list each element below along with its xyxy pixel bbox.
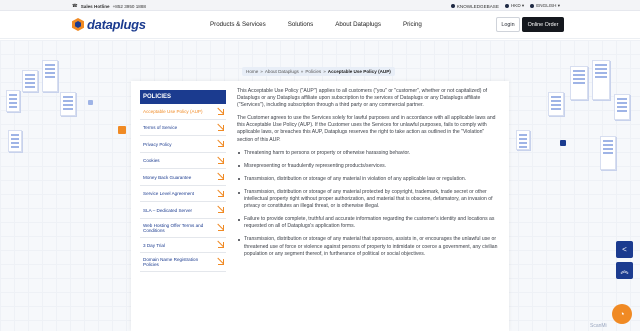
list-item: Failure to provide complete, truthful an… xyxy=(237,216,499,230)
sidebar-item-label: SLA – Dedicated Server xyxy=(143,207,193,213)
policies-sidebar: POLICIES Acceptable Use Policy (AUP) Ter… xyxy=(140,90,226,272)
sidebar-item-label: Money Back Guarantee xyxy=(143,174,192,180)
logo[interactable]: dataplugs xyxy=(72,17,146,32)
top-utility-bar: ☎ Sales Hotline +852 3950 1888 KNOWLEDGE… xyxy=(0,0,640,11)
server-illustration xyxy=(600,136,616,170)
arrow-down-right-icon xyxy=(218,190,224,197)
list-item: Transmission, distribution or storage of… xyxy=(237,236,499,257)
sidebar-heading: POLICIES xyxy=(140,90,226,104)
policy-content: This Acceptable Use Policy ("AUP") appli… xyxy=(237,88,499,264)
share-icon: < xyxy=(622,245,627,254)
currency-label: HKD xyxy=(510,3,521,8)
nav-about-dataplugs[interactable]: About Dataplugs xyxy=(335,21,381,28)
live-chat-button[interactable]: ◔ xyxy=(612,304,632,324)
share-button[interactable]: < xyxy=(616,241,633,258)
currency-selector[interactable]: HKD ▾ xyxy=(504,3,525,9)
sidebar-item-domain-name-registration-policies[interactable]: Domain Name Registration Policies xyxy=(140,253,226,272)
list-item: Misrepresenting or fraudulently represen… xyxy=(237,163,499,170)
arrow-down-right-icon xyxy=(218,124,224,131)
arrow-down-right-icon xyxy=(218,157,224,164)
arrow-down-right-icon xyxy=(218,141,224,147)
policy-card: POLICIES Acceptable Use Policy (AUP) Ter… xyxy=(131,81,509,331)
breadcrumb-current: Acceptable Use Policy (AUP) xyxy=(327,69,391,74)
arrow-down-right-icon xyxy=(218,225,224,231)
sidebar-item-3-day-trial[interactable]: 3 Day Trial xyxy=(140,238,226,253)
chevron-down-icon: ▾ xyxy=(557,3,560,8)
logo-text: dataplugs xyxy=(87,17,146,32)
list-item: Transmission, distribution or storage of… xyxy=(237,176,499,183)
breadcrumb-policies[interactable]: Policies xyxy=(305,69,321,74)
breadcrumb-separator: » xyxy=(300,69,304,74)
double-chevron-up-icon: ︽ xyxy=(620,266,629,275)
sidebar-item-privacy-policy[interactable]: Privacy Policy xyxy=(140,136,226,153)
breadcrumb: Home » About Dataplugs » Policies » Acce… xyxy=(242,67,395,76)
question-icon xyxy=(450,4,455,9)
sidebar-item-money-back-guarantee[interactable]: Money Back Guarantee xyxy=(140,169,226,186)
breadcrumb-about[interactable]: About Dataplugs xyxy=(265,69,299,74)
arrow-down-right-icon xyxy=(218,108,224,115)
sidebar-item-sla-dedicated-server[interactable]: SLA – Dedicated Server xyxy=(140,202,226,219)
chevron-down-icon: ▾ xyxy=(521,3,525,8)
sidebar-item-label: Service Level Agreement xyxy=(143,191,195,196)
sidebar-item-web-hosting-offer-terms[interactable]: Web Hosting Offer Terms and Conditions xyxy=(140,219,226,238)
globe-icon xyxy=(530,3,535,8)
knowledgebase-link[interactable]: KNOWLEDGEBASE xyxy=(450,3,499,9)
agreement-paragraph: The Customer agrees to use the Services … xyxy=(237,115,496,143)
nav-solutions[interactable]: Solutions xyxy=(288,21,313,28)
sidebar-item-service-level-agreement[interactable]: Service Level Agreement xyxy=(140,186,226,202)
nav-pricing[interactable]: Pricing xyxy=(403,21,422,28)
sidebar-item-label: Cookies xyxy=(143,158,160,163)
list-item: Transmission, distribution or storage of… xyxy=(237,189,499,210)
server-illustration xyxy=(614,94,630,120)
sidebar-item-aup[interactable]: Acceptable Use Policy (AUP) xyxy=(140,104,226,120)
login-button[interactable]: Login xyxy=(496,17,520,32)
decorative-cube xyxy=(88,100,93,105)
sidebar-item-label: Web Hosting Offer Terms and Conditions xyxy=(143,223,204,233)
server-illustration xyxy=(8,130,22,152)
online-order-button[interactable]: Online Order xyxy=(522,17,564,32)
decorative-cube xyxy=(560,140,566,146)
chat-bubble-icon: ◔ xyxy=(619,309,625,319)
language-selector[interactable]: ENGLISH ▾ xyxy=(530,3,560,9)
arrow-down-right-icon xyxy=(218,242,224,248)
breadcrumb-home[interactable]: Home xyxy=(246,69,258,74)
back-to-top-button[interactable]: ︽ xyxy=(616,262,633,279)
sidebar-item-label: 3 Day Trial xyxy=(143,242,165,248)
sidebar-item-terms-of-service[interactable]: Terms of Service xyxy=(140,120,226,136)
arrow-down-right-icon xyxy=(218,174,224,180)
sidebar-item-label: Privacy Policy xyxy=(143,141,172,147)
breadcrumb-separator: » xyxy=(260,69,263,74)
list-item: Threatening harm to persons or property … xyxy=(237,150,499,157)
sidebar-item-cookies[interactable]: Cookies xyxy=(140,153,226,169)
language-label: ENGLISH xyxy=(536,3,557,8)
breadcrumb-separator: » xyxy=(323,69,326,74)
knowledgebase-label: KNOWLEDGEBASE xyxy=(456,3,499,9)
phone-icon: ☎ xyxy=(72,3,78,8)
sales-hotline-number[interactable]: +852 3950 1888 xyxy=(113,4,146,9)
sales-hotline-label: Sales Hotline xyxy=(80,3,110,9)
scan-watermark: ScanMi xyxy=(590,323,607,329)
site-header: dataplugs Products & Services Solutions … xyxy=(0,11,640,39)
server-illustration xyxy=(516,130,530,150)
sidebar-item-label: Acceptable Use Policy (AUP) xyxy=(143,109,203,114)
sidebar-item-label: Domain Name Registration Policies xyxy=(143,257,199,267)
main-nav: Products & Services Solutions About Data… xyxy=(210,21,422,28)
decorative-cube xyxy=(118,126,126,134)
arrow-down-right-icon xyxy=(218,259,224,265)
nav-products-services[interactable]: Products & Services xyxy=(210,21,266,28)
sidebar-item-label: Terms of Service xyxy=(143,125,178,130)
prohibited-uses-list: Threatening harm to persons or property … xyxy=(237,150,499,258)
logo-mark-icon xyxy=(72,18,84,31)
sales-hotline[interactable]: ☎ Sales Hotline +852 3950 1888 xyxy=(72,3,146,9)
arrow-down-right-icon xyxy=(218,207,224,213)
intro-paragraph: This Acceptable Use Policy ("AUP") appli… xyxy=(237,88,488,109)
currency-icon xyxy=(504,3,509,8)
